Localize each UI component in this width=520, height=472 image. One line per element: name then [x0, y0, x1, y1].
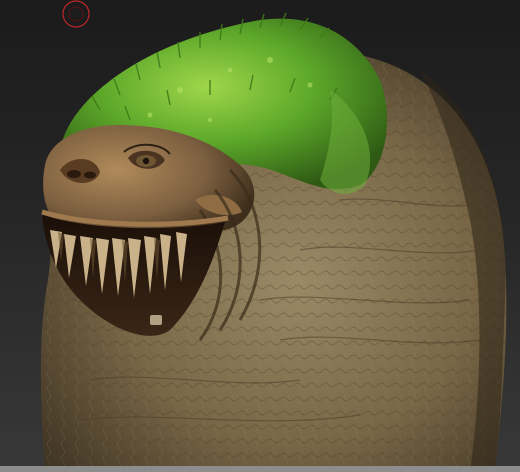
creature-sculpt-model[interactable]	[0, 0, 520, 472]
viewport-bottom-edge	[0, 466, 520, 472]
brush-cursor-icon	[62, 0, 90, 28]
sculpt-viewport[interactable]	[0, 0, 520, 472]
